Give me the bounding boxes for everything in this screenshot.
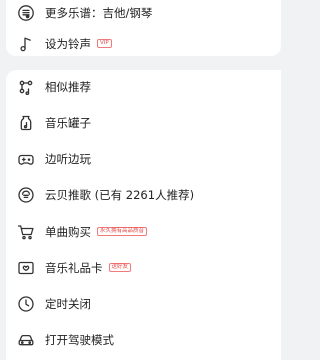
- menu-item-more-sheet-music[interactable]: 更多乐谱：吉他/钢琴: [6, 0, 281, 28]
- menu-item-label: 云贝推歌 (已有 2261人推荐): [45, 188, 195, 202]
- menu-item-label: 更多乐谱：吉他/钢琴: [45, 6, 153, 20]
- tag-badge: 永久拥有高品质音: [97, 227, 148, 236]
- tag-badge: 送好友: [108, 263, 132, 272]
- menu-item-sleep-timer[interactable]: 定时关闭: [6, 289, 281, 319]
- menu-item-music-gift-card[interactable]: 音乐礼品卡 送好友: [6, 253, 281, 283]
- menu-item-label: 音乐罐子: [45, 116, 91, 130]
- menu-item-yunbei-recommend[interactable]: 云贝推歌 (已有 2261人推荐): [6, 180, 281, 210]
- vip-badge: VIP: [97, 39, 112, 48]
- cart-icon: [17, 223, 35, 241]
- menu-item-music-jar[interactable]: 音乐罐子: [6, 108, 281, 138]
- yunbei-icon: [17, 186, 35, 204]
- menu-item-label: 相似推荐: [45, 80, 91, 94]
- car-icon: [17, 331, 35, 349]
- top-menu-card: 更多乐谱：吉他/钢琴 设为铃声 VIP: [6, 0, 281, 56]
- gift-card-icon: [17, 259, 35, 277]
- sheet-music-icon: [17, 4, 35, 22]
- menu-item-driving-mode[interactable]: 打开驾驶模式: [6, 325, 281, 355]
- jar-icon: [17, 114, 35, 132]
- menu-item-similar-recommend[interactable]: 相似推荐: [6, 72, 281, 102]
- menu-item-label: 音乐礼品卡 送好友: [45, 253, 132, 283]
- music-note-icon: [17, 35, 35, 53]
- menu-item-buy-single[interactable]: 单曲购买 永久拥有高品质音: [6, 217, 281, 247]
- menu-item-listen-and-play[interactable]: 边听边玩: [6, 144, 281, 174]
- gamepad-icon: [17, 150, 35, 168]
- menu-item-label: 边听边玩: [45, 152, 91, 166]
- similar-icon: [17, 78, 35, 96]
- menu-item-set-ringtone[interactable]: 设为铃声 VIP: [6, 29, 281, 59]
- main-menu-card: 相似推荐 音乐罐子 边听边玩 云贝推歌 (已有 2261人推荐) 单曲购买 永久…: [6, 70, 281, 360]
- menu-item-label: 打开驾驶模式: [45, 333, 114, 347]
- menu-item-label: 单曲购买 永久拥有高品质音: [45, 217, 148, 247]
- clock-icon: [17, 295, 35, 313]
- menu-item-label: 定时关闭: [45, 297, 91, 311]
- menu-item-label: 设为铃声 VIP: [45, 29, 112, 59]
